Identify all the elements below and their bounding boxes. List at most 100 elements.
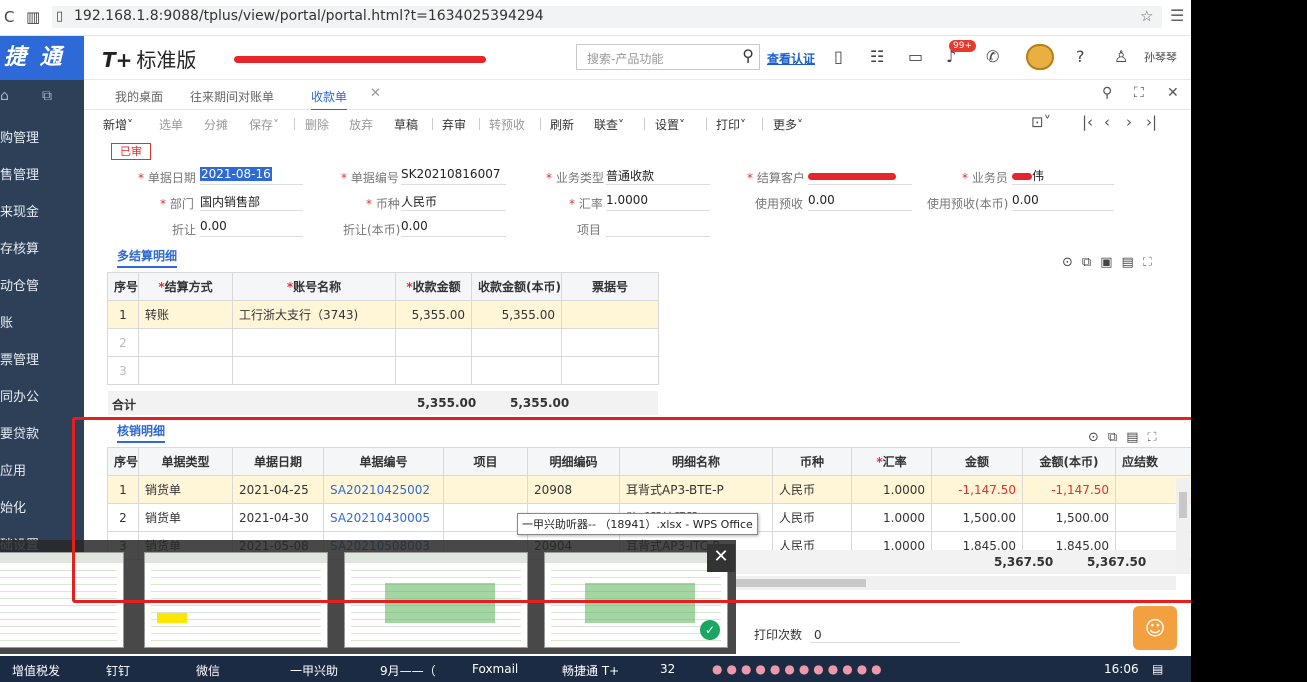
customer-field[interactable] xyxy=(808,167,912,185)
user-icon[interactable]: ♙ xyxy=(1114,47,1128,66)
export-icon[interactable]: ⧉ xyxy=(42,88,52,104)
draft-button[interactable]: 草稿 xyxy=(394,116,418,133)
bookmark-icon[interactable]: ▯ xyxy=(834,47,843,66)
new-button[interactable]: 新增˅ xyxy=(103,116,133,133)
last-icon[interactable]: ›| xyxy=(1146,113,1157,131)
search-box[interactable]: 搜索-产品功能 ⚲ xyxy=(576,44,760,70)
cell[interactable]: 5,355.00 xyxy=(471,300,562,329)
date-field[interactable]: 2021-08-16 xyxy=(200,167,303,185)
paste-icon[interactable]: ▣ xyxy=(1100,255,1121,270)
cell[interactable] xyxy=(561,356,659,385)
rate-field[interactable]: 1.0000 xyxy=(606,193,710,211)
cell[interactable]: 5,355.00 xyxy=(395,300,472,329)
help-icon[interactable]: ? xyxy=(1076,47,1085,66)
cell[interactable] xyxy=(561,328,659,357)
sidebar-item-loan[interactable]: 要贷款 xyxy=(0,423,39,442)
table-row[interactable]: 2 xyxy=(107,328,659,357)
code-field[interactable]: SK20210816007 xyxy=(401,167,506,185)
taskbar-item-folder[interactable]: 9月——（ xyxy=(380,662,436,679)
taskbar-item-foxmail[interactable]: Foxmail xyxy=(472,662,518,676)
cell[interactable] xyxy=(232,328,396,357)
preview-icon[interactable]: ⊡˅ xyxy=(1031,113,1051,131)
sidebar-item-office[interactable]: 同办公 xyxy=(0,386,39,405)
refresh-button[interactable]: 刷新 xyxy=(550,116,574,133)
table-row[interactable]: 3 xyxy=(107,356,659,385)
prev-icon[interactable]: ‹ xyxy=(1104,113,1110,131)
tab-desktop[interactable]: 我的桌面 xyxy=(115,88,163,105)
star-icon[interactable]: ☆ xyxy=(1140,7,1153,25)
notification-icon[interactable]: ▤ xyxy=(1152,662,1163,676)
url-text[interactable]: 192.168.1.8:9088/tplus/view/portal/porta… xyxy=(74,8,544,24)
columns-icon[interactable]: ▤ xyxy=(1122,255,1143,270)
save-button[interactable]: 保存˅ xyxy=(249,116,279,133)
sidebar-item-warehouse[interactable]: 动仓管 xyxy=(0,275,39,294)
taskbar-item-tplus[interactable]: 畅捷通 T+ xyxy=(562,662,619,679)
verify-link[interactable]: 查看认证 xyxy=(767,50,815,67)
select-button[interactable]: 选单 xyxy=(159,116,183,133)
search-input[interactable]: 搜索-产品功能 xyxy=(587,50,663,67)
prepay-local-field[interactable]: 0.00 xyxy=(1012,193,1114,211)
cell[interactable] xyxy=(395,328,472,357)
sidebar-item-inventory[interactable]: 存核算 xyxy=(0,238,39,257)
settings-button[interactable]: 设置˅ xyxy=(655,116,685,133)
taskbar-item-dingtalk[interactable]: 钉钉 xyxy=(106,662,130,679)
fullscreen-icon[interactable]: ⛶ xyxy=(1143,255,1161,270)
print-button[interactable]: 打印˅ xyxy=(716,116,746,133)
close-icon[interactable]: ✕ xyxy=(370,86,381,101)
tasks-icon[interactable]: ☷ xyxy=(870,47,884,66)
table-row[interactable]: 1 转账 工行浙大支行（3743) 5,355.00 5,355.00 xyxy=(107,300,659,329)
next-icon[interactable]: › xyxy=(1126,113,1132,131)
sidebar-item-invoice[interactable]: 票管理 xyxy=(0,349,39,368)
discount-field[interactable]: 0.00 xyxy=(200,219,303,237)
cell[interactable] xyxy=(561,300,659,329)
user-name[interactable]: 孙琴琴 xyxy=(1144,49,1177,65)
project-field[interactable] xyxy=(606,219,710,237)
menu-icon[interactable]: ☰ xyxy=(1170,6,1184,25)
assistant-icon[interactable]: ☺ xyxy=(1133,606,1177,650)
search-icon[interactable]: ⚲ xyxy=(1102,85,1112,101)
allocate-button[interactable]: 分摊 xyxy=(204,116,228,133)
tray-icons[interactable]: ●●●●●●●●●●●● xyxy=(712,662,886,676)
tab-receipt[interactable]: 收款单 xyxy=(311,88,348,111)
home-icon[interactable]: ⌂ xyxy=(0,88,9,104)
tab-statement[interactable]: 往来期间对账单 xyxy=(190,88,274,105)
taskbar-item-wechat[interactable]: 微信 xyxy=(196,662,220,679)
sidebar-item-ledger[interactable]: 账 xyxy=(0,312,13,331)
cell[interactable] xyxy=(471,328,562,357)
close-tabs-icon[interactable]: ✕ xyxy=(1167,85,1179,101)
cell[interactable] xyxy=(395,356,472,385)
message-icon[interactable]: ▭ xyxy=(908,47,923,66)
biztype-field[interactable]: 普通收款 xyxy=(606,167,710,185)
cell[interactable]: 工行浙大支行（3743) xyxy=(232,300,396,329)
unaudit-button[interactable]: 弃审 xyxy=(442,116,466,133)
expand-icon[interactable]: ⛶ xyxy=(1134,85,1144,101)
search-icon[interactable]: ⚲ xyxy=(742,46,754,65)
query-button[interactable]: 联查˅ xyxy=(594,116,624,133)
first-icon[interactable]: |‹ xyxy=(1082,113,1093,131)
cell[interactable]: 转账 xyxy=(138,300,233,329)
to-prepay-button[interactable]: 转预收 xyxy=(489,116,525,133)
sidebar-item-cash[interactable]: 来现金 xyxy=(0,201,39,220)
discount-local-field[interactable]: 0.00 xyxy=(401,219,506,237)
reload-icon[interactable]: C xyxy=(4,8,14,26)
delete-button[interactable]: 删除 xyxy=(305,116,329,133)
prepay-field[interactable]: 0.00 xyxy=(808,193,912,211)
mascot-icon[interactable] xyxy=(1026,44,1054,70)
phone-icon[interactable]: ✆ xyxy=(986,47,999,66)
discard-button[interactable]: 放弃 xyxy=(349,116,373,133)
taskbar-item-excel[interactable]: 一甲兴助 xyxy=(290,662,338,679)
sidebar-item-init[interactable]: 始化 xyxy=(0,497,26,516)
cell[interactable] xyxy=(138,356,233,385)
trash-icon[interactable]: ▥ xyxy=(26,8,40,26)
dept-field[interactable]: 国内销售部 xyxy=(200,193,303,211)
taskbar-item-weather[interactable]: 32 xyxy=(660,662,675,676)
sidebar-item-apps[interactable]: 应用 xyxy=(0,460,26,479)
cell[interactable] xyxy=(471,356,562,385)
sidebar-item-purchase[interactable]: 购管理 xyxy=(0,127,39,146)
taskbar-item-tax[interactable]: 增值税发 xyxy=(12,662,60,679)
locate-icon[interactable]: ⊙ xyxy=(1062,255,1082,270)
more-button[interactable]: 更多˅ xyxy=(773,116,803,133)
cell[interactable] xyxy=(138,328,233,357)
cell[interactable] xyxy=(232,356,396,385)
sidebar-item-sales[interactable]: 售管理 xyxy=(0,164,39,183)
